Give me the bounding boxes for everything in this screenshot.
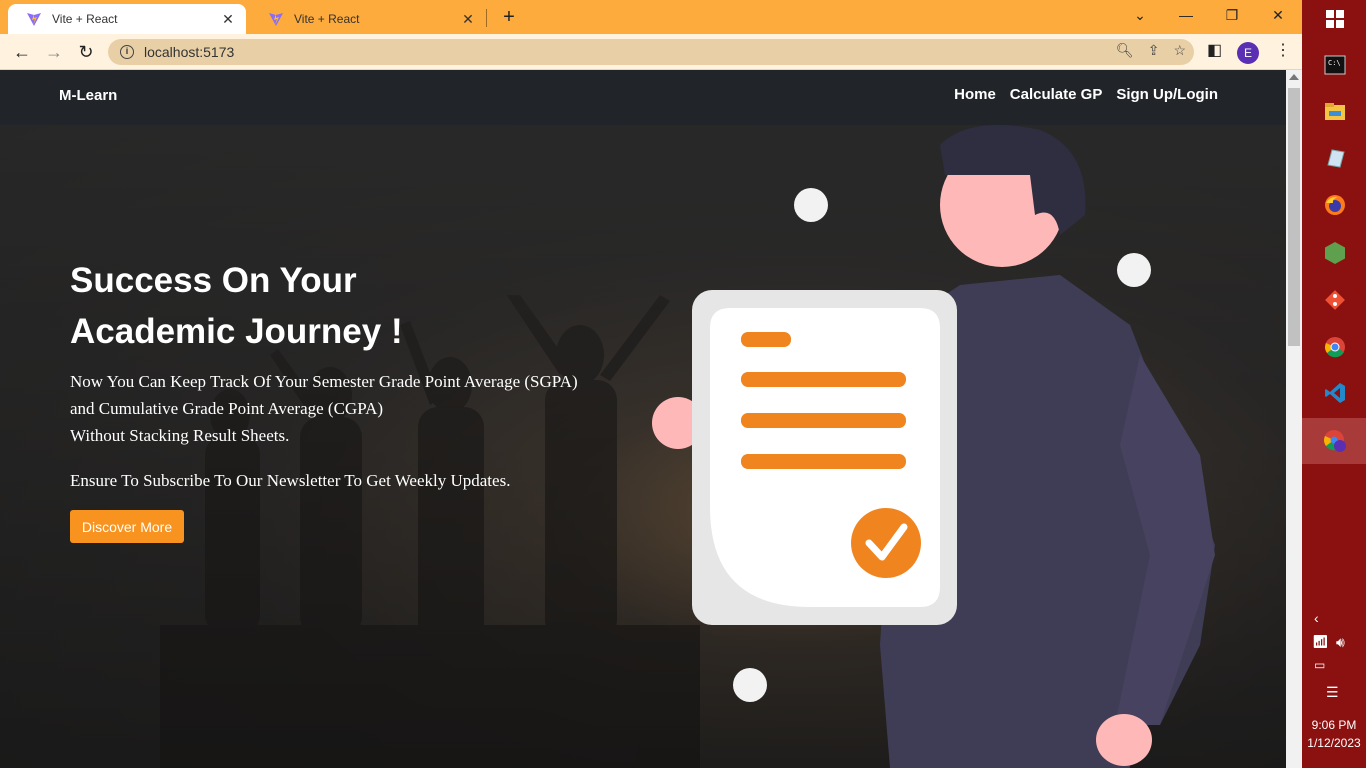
nodejs-icon[interactable] <box>1322 240 1348 266</box>
tab-title: Vite + React <box>52 12 118 26</box>
tab-inactive[interactable]: Vite + React ✕ <box>250 4 486 34</box>
tab-active[interactable]: Vite + React ✕ <box>8 4 246 34</box>
hero-heading: Success On Your Academic Journey ! <box>70 255 403 357</box>
minimize-icon[interactable]: — <box>1163 4 1209 26</box>
site-info-icon[interactable]: i <box>120 45 134 59</box>
chrome-profile-icon[interactable] <box>1322 428 1348 454</box>
notifications-icon[interactable]: ☰ <box>1326 684 1339 701</box>
tab-close-icon[interactable]: ✕ <box>220 11 236 28</box>
hero-section: Success On Your Academic Journey ! Now Y… <box>0 125 1286 768</box>
share-icon[interactable]: ⇪ <box>1148 42 1160 59</box>
nav-link-home[interactable]: Home <box>954 86 996 103</box>
maximize-icon[interactable]: ❐ <box>1209 4 1255 26</box>
address-toolbar: ← → ↻ i localhost:5173 🔍︎ ⇪ ☆ ◧ ⋮ <box>0 34 1302 70</box>
clock-time: 9:06 PM <box>1311 718 1357 732</box>
nav-link-signup-login[interactable]: Sign Up/Login <box>1116 86 1218 103</box>
hero-paragraph-line1: Now You Can Keep Track Of Your Semester … <box>70 372 578 391</box>
page-scrollbar[interactable] <box>1286 70 1302 768</box>
cmd-icon[interactable]: C:\ <box>1322 52 1348 78</box>
hero-paragraph-line3: Without Stacking Result Sheets. <box>70 426 290 445</box>
show-hidden-icons-icon[interactable]: ‹ <box>1314 610 1319 626</box>
wifi-icon[interactable]: 📶︎ <box>1312 634 1329 650</box>
notepad-icon[interactable] <box>1322 145 1348 171</box>
tab-divider <box>486 9 487 27</box>
discover-more-button[interactable]: Discover More <box>70 510 184 543</box>
tab-title: Vite + React <box>294 12 360 26</box>
url-bar[interactable]: i localhost:5173 🔍︎ ⇪ ☆ <box>108 39 1194 65</box>
tab-search-icon[interactable]: ⌄ <box>1117 4 1163 26</box>
chrome-icon[interactable] <box>1322 334 1348 360</box>
window-close-icon[interactable]: ✕ <box>1255 4 1301 26</box>
battery-icon[interactable]: ▭ <box>1314 658 1325 672</box>
svg-text:C:\: C:\ <box>1328 59 1341 67</box>
windows-start-icon[interactable] <box>1322 6 1348 32</box>
windows-taskbar: C:\ ‹ 📶︎ 🔊︎ ▭ ☰ 9:06 PM 1/12/2023 <box>1302 0 1366 768</box>
site-navbar: M-Learn Home Calculate GP Sign Up/Login <box>0 70 1286 125</box>
student-document-illustration <box>652 125 1215 768</box>
nav-link-calculate-gp[interactable]: Calculate GP <box>1010 86 1103 103</box>
firefox-icon[interactable] <box>1322 192 1348 218</box>
browser-tab-bar: Vite + React ✕ Vite + React ✕ + ⌄ — ❐ ✕ <box>0 0 1302 34</box>
tab-close-icon[interactable]: ✕ <box>460 11 476 28</box>
volume-icon[interactable]: 🔊︎ <box>1336 634 1345 651</box>
side-panel-icon[interactable]: ◧ <box>1207 40 1222 60</box>
reload-icon[interactable]: ↻ <box>74 40 98 64</box>
file-explorer-icon[interactable] <box>1322 98 1348 124</box>
taskbar-clock[interactable]: 9:06 PM 1/12/2023 <box>1302 716 1366 752</box>
url-text: localhost:5173 <box>144 44 235 60</box>
vite-icon <box>269 13 283 26</box>
hero-paragraph: Now You Can Keep Track Of Your Semester … <box>70 368 578 449</box>
forward-icon[interactable]: → <box>42 40 66 64</box>
subscribe-text: Ensure To Subscribe To Our Newsletter To… <box>70 471 511 490</box>
page-viewport: M-Learn Home Calculate GP Sign Up/Login <box>0 70 1286 768</box>
bookmark-star-icon[interactable]: ☆ <box>1173 42 1186 59</box>
site-brand[interactable]: M-Learn <box>59 87 117 104</box>
scroll-up-icon[interactable] <box>1289 74 1299 80</box>
vscode-icon[interactable] <box>1322 380 1348 406</box>
vite-icon <box>27 13 41 26</box>
hero-heading-line1: Success On Your <box>70 261 357 300</box>
hero-paragraph-line2: and Cumulative Grade Point Average (CGPA… <box>70 399 384 418</box>
back-icon[interactable]: ← <box>10 40 34 64</box>
git-icon[interactable] <box>1322 287 1348 313</box>
clock-date: 1/12/2023 <box>1307 736 1361 750</box>
scroll-thumb[interactable] <box>1288 88 1300 346</box>
menu-kebab-icon[interactable]: ⋮ <box>1275 40 1291 60</box>
profile-avatar[interactable]: E <box>1237 42 1259 64</box>
nav-links: Home Calculate GP Sign Up/Login <box>954 86 1218 103</box>
zoom-icon[interactable]: 🔍︎ <box>1116 42 1134 59</box>
new-tab-icon[interactable]: + <box>497 6 521 28</box>
hero-heading-line2: Academic Journey ! <box>70 312 403 351</box>
